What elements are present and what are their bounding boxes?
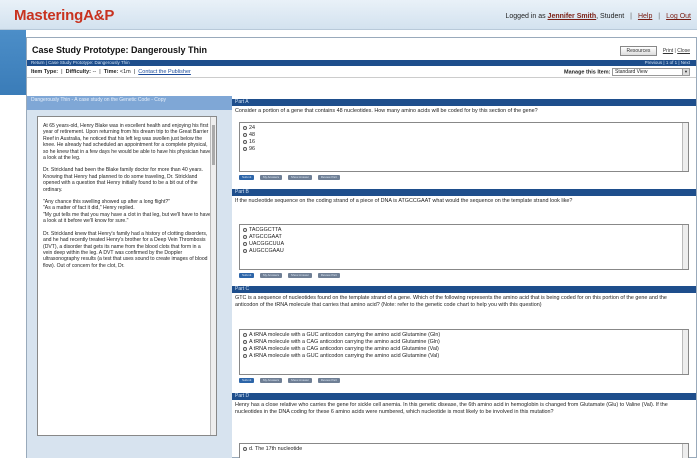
item-meta-row: Item Type: | Difficulty: -- | Time: <1m … <box>27 67 696 78</box>
story-scrollbar[interactable] <box>210 117 216 435</box>
radio-icon <box>243 241 247 246</box>
part-a-buttons: Submit My Answers Show Answer Review Par… <box>239 175 344 180</box>
answers-scrollbar[interactable] <box>682 330 688 374</box>
print-link[interactable]: Print <box>663 48 673 54</box>
my-answers-button[interactable]: My Answers <box>260 175 283 180</box>
answer-option[interactable]: 96 <box>243 146 685 153</box>
item-window: Case Study Prototype: Dangerously Thin R… <box>26 37 697 458</box>
part-a-answers: 24 48 16 96 <box>239 122 689 172</box>
submit-button[interactable]: Submit <box>239 273 255 278</box>
show-answer-button[interactable]: Show Answer <box>287 273 313 278</box>
part-b-question: If the nucleotide sequence on the coding… <box>235 198 573 204</box>
radio-icon <box>243 339 247 344</box>
my-answers-button[interactable]: My Answers <box>260 273 283 278</box>
account-links: Logged in as Jennifer Smith, Student | H… <box>505 13 692 20</box>
submit-button[interactable]: Submit <box>239 378 255 383</box>
case-study-panel: At 65 years-old, Henry Blake was in exce… <box>27 110 232 458</box>
answer-option[interactable]: A tRNA molecule with a GUC anticodon car… <box>243 353 685 360</box>
window-tools: Resources Print | Close <box>619 46 690 56</box>
mastering-logo[interactable]: MasteringA&P <box>14 7 114 24</box>
part-b-answers: TACGGCTTA ATGCCGAAT UACGGCUUA AUGCCGAAU <box>239 224 689 270</box>
part-c-header[interactable]: Part C <box>232 286 696 293</box>
radio-icon <box>243 146 247 151</box>
story-paragraph: Dr. Strickland knew that Henry's family … <box>43 230 208 269</box>
part-c-buttons: Submit My Answers Show Answer Review Par… <box>239 378 344 383</box>
breadcrumb[interactable]: Return | Case Study Prototype: Dangerous… <box>31 60 130 65</box>
answer-option[interactable]: AUGCCGAAU <box>243 248 685 255</box>
case-study-text: At 65 years-old, Henry Blake was in exce… <box>37 116 217 436</box>
answers-scrollbar[interactable] <box>682 225 688 269</box>
answer-option[interactable]: 16 <box>243 139 685 146</box>
radio-icon <box>243 248 247 253</box>
chevron-down-icon: ▼ <box>682 69 689 75</box>
left-sidebar-strip <box>0 30 26 95</box>
answer-option[interactable]: d. The 17th nucleotide <box>243 446 685 453</box>
part-c-answers: A tRNA molecule with a GUC anticodon car… <box>239 329 689 375</box>
manage-view-select[interactable]: Standard View ▼ <box>612 68 690 76</box>
answer-option[interactable]: UACGGCUUA <box>243 241 685 248</box>
show-answer-button[interactable]: Show Answer <box>287 378 313 383</box>
review-part-button[interactable]: Review Part <box>317 378 340 383</box>
nav-bar: Return | Case Study Prototype: Dangerous… <box>27 60 696 66</box>
answer-option[interactable]: ATGCCGAAT <box>243 234 685 241</box>
story-paragraph: "Any chance this swelling showed up afte… <box>43 199 211 225</box>
logout-link[interactable]: Log Out <box>666 13 691 20</box>
user-name-link[interactable]: Jennifer Smith <box>548 13 597 20</box>
story-paragraph: At 65 years-old, Henry Blake was in exce… <box>43 123 211 162</box>
manage-item: Manage this Item: Standard View ▼ <box>564 68 690 77</box>
window-title: Case Study Prototype: Dangerously Thin <box>32 45 208 55</box>
radio-icon <box>243 353 247 358</box>
radio-icon <box>243 234 247 239</box>
radio-icon <box>243 446 247 451</box>
contact-publisher-link[interactable]: Contact the Publisher <box>138 69 191 75</box>
radio-icon <box>243 332 247 337</box>
answer-option[interactable]: A tRNA molecule with a CAG anticodon car… <box>243 346 685 353</box>
answers-scrollbar[interactable] <box>682 123 688 171</box>
case-study-heading: Dangerously Thin - A case study on the G… <box>27 96 232 110</box>
radio-icon <box>243 125 247 130</box>
answer-option[interactable]: 24 <box>243 125 685 132</box>
answers-scrollbar[interactable] <box>682 444 688 458</box>
top-header: MasteringA&P Logged in as Jennifer Smith… <box>0 0 697 30</box>
radio-icon <box>243 132 247 137</box>
review-part-button[interactable]: Review Part <box>317 273 340 278</box>
part-a-header[interactable]: Part A <box>232 99 696 106</box>
part-d-answers: d. The 17th nucleotide <box>239 443 689 458</box>
radio-icon <box>243 139 247 144</box>
radio-icon <box>243 346 247 351</box>
submit-button[interactable]: Submit <box>239 175 255 180</box>
part-b-header[interactable]: Part B <box>232 189 696 196</box>
part-d-question: Henry has a close relative who carries t… <box>235 402 668 415</box>
part-b-buttons: Submit My Answers Show Answer Review Par… <box>239 273 344 278</box>
story-paragraph: Dr. Strickland had been the Blake family… <box>43 167 203 193</box>
help-link[interactable]: Help <box>638 13 652 20</box>
answer-option[interactable]: A tRNA molecule with a CAG anticodon car… <box>243 339 685 346</box>
answer-option[interactable]: TACGGCTTA <box>243 227 685 234</box>
review-part-button[interactable]: Review Part <box>317 175 340 180</box>
my-answers-button[interactable]: My Answers <box>260 378 283 383</box>
pager[interactable]: Previous | 1 of 1 | Next <box>645 60 690 66</box>
answer-option[interactable]: A tRNA molecule with a GUC anticodon car… <box>243 332 685 339</box>
part-c-question: GTC is a sequence of nucleotides found o… <box>235 295 667 308</box>
part-d-header[interactable]: Part D <box>232 393 696 400</box>
resources-button[interactable]: Resources <box>619 46 658 56</box>
answer-option[interactable]: 48 <box>243 132 685 139</box>
radio-icon <box>243 227 247 232</box>
show-answer-button[interactable]: Show Answer <box>287 175 313 180</box>
close-link[interactable]: Close <box>677 48 690 54</box>
part-a-question: Consider a portion of a gene that contai… <box>235 108 538 114</box>
